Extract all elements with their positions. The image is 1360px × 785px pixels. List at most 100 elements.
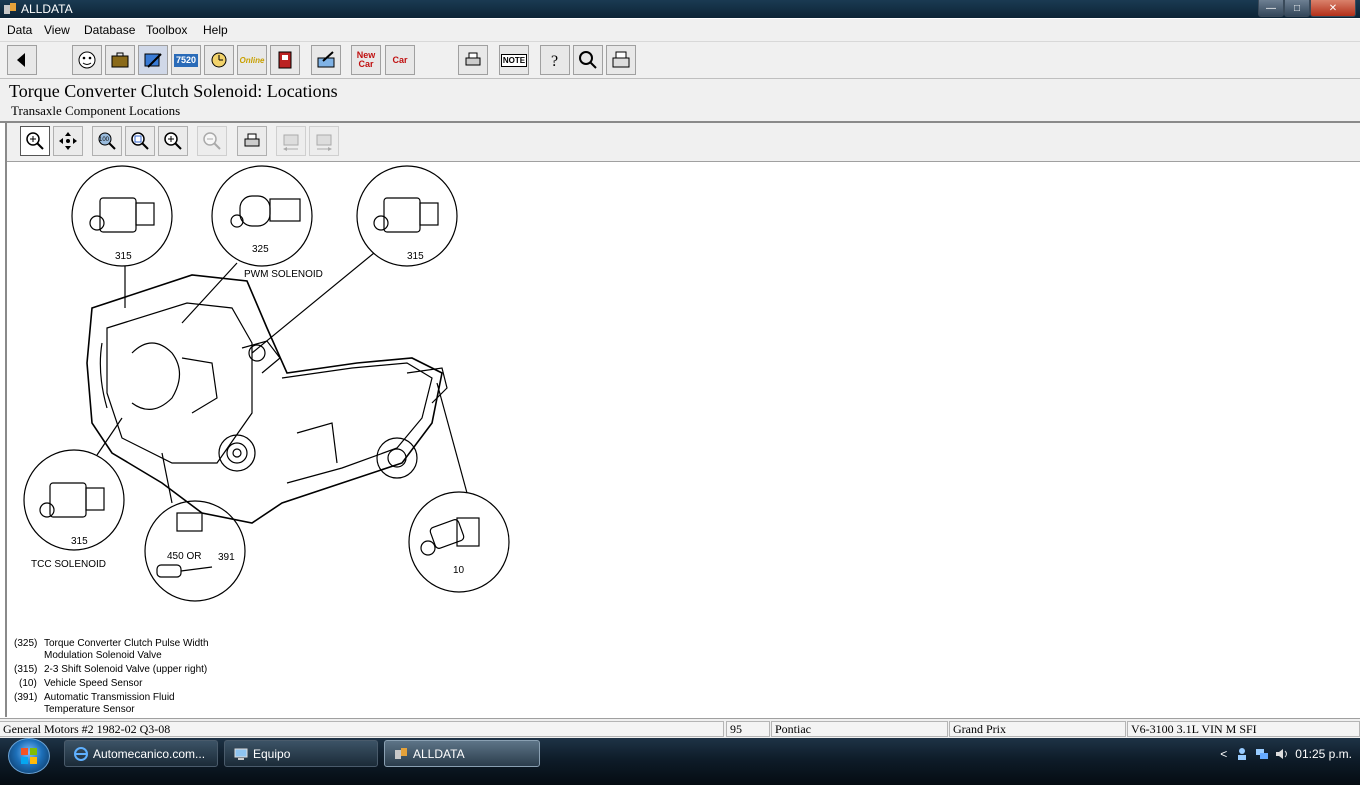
zoom-fit-icon xyxy=(131,132,149,150)
zoom-out-button[interactable] xyxy=(197,126,227,156)
network-icon[interactable] xyxy=(1255,747,1269,761)
status-year: 95 xyxy=(726,721,770,737)
code-lookup-button[interactable]: 7520 xyxy=(171,45,201,75)
new-car-label: New Car xyxy=(356,50,376,69)
car-label: Car xyxy=(392,54,408,65)
back-arrow-icon xyxy=(17,53,25,67)
maximize-button[interactable]: □ xyxy=(1284,0,1310,17)
camera-back-icon xyxy=(283,134,299,151)
code-label: 7520 xyxy=(173,53,199,67)
note-label: NOTE xyxy=(500,53,528,67)
taskbar-item-label: Automecanico.com... xyxy=(93,746,206,761)
callout-325: 325 xyxy=(252,244,269,255)
zoom-in-button[interactable] xyxy=(158,126,188,156)
internet-explorer-icon xyxy=(74,746,88,761)
back-button[interactable] xyxy=(7,45,37,75)
question-icon: ? xyxy=(551,53,558,70)
status-make: Pontiac xyxy=(771,721,948,737)
window-title: ALLDATA xyxy=(21,2,73,16)
zoom-out-icon xyxy=(203,132,221,150)
taskbar-item-label: ALLDATA xyxy=(413,746,465,761)
svg-text:100: 100 xyxy=(99,137,110,143)
online-label: Online xyxy=(239,55,265,65)
labor-time-button[interactable] xyxy=(204,45,234,75)
system-tray: < 01:25 p.m. xyxy=(1220,740,1352,767)
transaxle-diagram: 315 325 PWM SOLENOID 315 315 TCC SOLENOI… xyxy=(23,165,510,602)
pwm-solenoid-label: PWM SOLENOID xyxy=(244,269,323,280)
page-title: Torque Converter Clutch Solenoid: Locati… xyxy=(9,81,338,101)
search-button[interactable] xyxy=(573,45,603,75)
volume-icon[interactable] xyxy=(1275,747,1289,761)
legend-code: (325) xyxy=(14,638,38,649)
magnifier-search-icon xyxy=(579,51,597,69)
print-button[interactable] xyxy=(458,45,488,75)
vehicle-info-button[interactable] xyxy=(72,45,102,75)
zoom-100-button[interactable]: 100 xyxy=(92,126,122,156)
menu-bar: Data View Database Toolbox Help xyxy=(0,19,1360,42)
taskbar-item-equipo[interactable]: Equipo xyxy=(224,740,378,767)
book-icon xyxy=(278,51,292,69)
printer-icon xyxy=(465,52,481,66)
move-arrows-icon xyxy=(59,132,77,150)
briefcase-button[interactable] xyxy=(105,45,135,75)
legend-item: (10) Vehicle Speed Sensor xyxy=(14,678,234,690)
callout-391: 391 xyxy=(218,552,235,563)
legend-code: (315) xyxy=(14,664,38,675)
minimize-button[interactable]: — xyxy=(1258,0,1284,17)
notes-button[interactable] xyxy=(311,45,341,75)
taskbar-item-alldata[interactable]: ALLDATA xyxy=(384,740,540,767)
next-image-button[interactable] xyxy=(309,126,339,156)
status-bar: General Motors #2 1982-02 Q3-08 95 Ponti… xyxy=(0,718,1360,739)
callout-315-top-right: 315 xyxy=(407,251,424,262)
menu-toolbox[interactable]: Toolbox xyxy=(146,23,187,37)
windows-logo-icon xyxy=(21,748,37,764)
zoom-in-icon xyxy=(164,132,182,150)
repair-info-button[interactable] xyxy=(138,45,168,75)
legend-code: (391) xyxy=(14,692,38,703)
note-button[interactable]: NOTE xyxy=(499,45,529,75)
user-network-icon[interactable] xyxy=(1235,747,1249,761)
page-header: Torque Converter Clutch Solenoid: Locati… xyxy=(0,79,1360,123)
image-toolbar: 100 xyxy=(7,123,1360,162)
legend-desc: Torque Converter Clutch Pulse Width Modu… xyxy=(44,638,209,661)
menu-help[interactable]: Help xyxy=(203,23,228,37)
wrench-book-icon xyxy=(144,53,162,68)
window-title-bar: ALLDATA — □ ✕ xyxy=(0,0,1360,18)
pencil-pad-icon xyxy=(317,51,335,68)
start-button[interactable] xyxy=(8,738,50,774)
fax-button[interactable] xyxy=(606,45,636,75)
change-car-button[interactable]: Car xyxy=(385,45,415,75)
legend-item: (325) Torque Converter Clutch Pulse Widt… xyxy=(14,638,234,662)
legend-desc: Vehicle Speed Sensor xyxy=(44,678,143,689)
print-image-button[interactable] xyxy=(237,126,267,156)
briefcase-icon xyxy=(111,52,129,68)
image-pane: 100 315 325 PWM SOLENOID 315 315 TCC SOL… xyxy=(5,123,1360,717)
manual-button[interactable] xyxy=(270,45,300,75)
clock[interactable]: 01:25 p.m. xyxy=(1295,747,1352,761)
taskbar-item-label: Equipo xyxy=(253,746,291,761)
callout-450-or: 450 OR xyxy=(167,551,201,562)
help-button[interactable]: ? xyxy=(540,45,570,75)
previous-image-button[interactable] xyxy=(276,126,306,156)
callout-315-left: 315 xyxy=(71,536,88,547)
tray-expand-icon[interactable]: < xyxy=(1220,747,1227,761)
printer-icon xyxy=(244,133,260,147)
status-model: Grand Prix xyxy=(949,721,1126,737)
windows-taskbar: Automecanico.com... Equipo ALLDATA < 01:… xyxy=(0,738,1360,785)
menu-view[interactable]: View xyxy=(44,23,70,37)
legend-desc: 2-3 Shift Solenoid Valve (upper right) xyxy=(44,664,208,675)
zoom-tool-button[interactable] xyxy=(20,126,50,156)
menu-data[interactable]: Data xyxy=(7,23,32,37)
pan-button[interactable] xyxy=(53,126,83,156)
new-car-button[interactable]: New Car xyxy=(351,45,381,75)
legend-item: (315) 2-3 Shift Solenoid Valve (upper ri… xyxy=(14,664,234,676)
face-icon xyxy=(78,51,96,69)
fax-icon xyxy=(612,51,630,68)
close-button[interactable]: ✕ xyxy=(1310,0,1356,17)
menu-database[interactable]: Database xyxy=(84,23,135,37)
callout-10: 10 xyxy=(453,565,465,576)
online-button[interactable]: Online xyxy=(237,45,267,75)
legend-code: (10) xyxy=(19,678,37,689)
zoom-fit-button[interactable] xyxy=(125,126,155,156)
taskbar-item-browser[interactable]: Automecanico.com... xyxy=(64,740,218,767)
